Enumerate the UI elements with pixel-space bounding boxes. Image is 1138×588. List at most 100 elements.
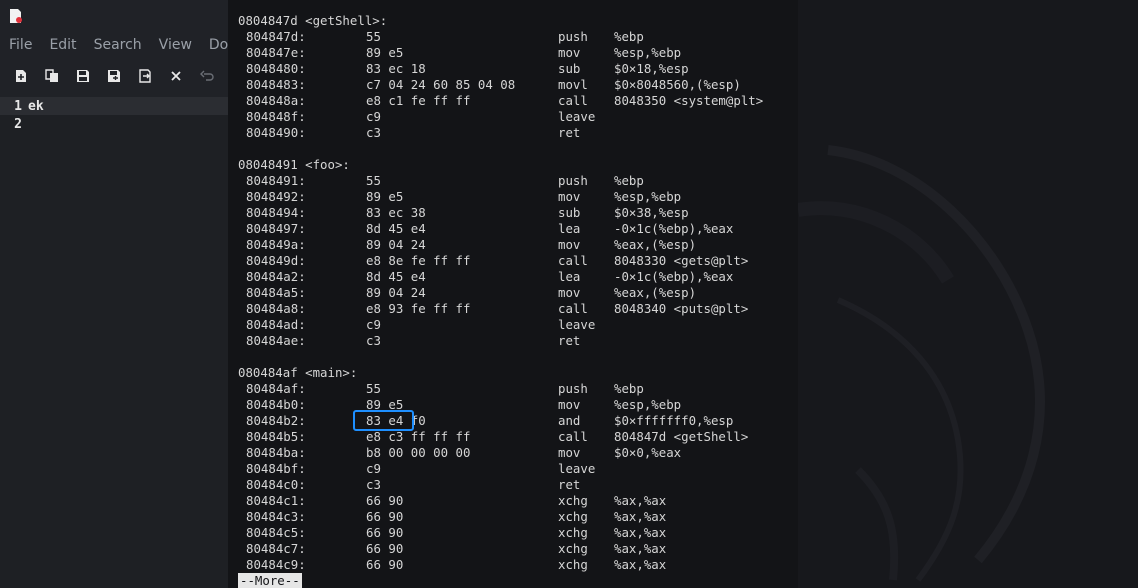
save-icon — [77, 70, 89, 82]
address: 80484c3: — [246, 509, 306, 524]
mnemonic: lea — [558, 269, 581, 284]
address: 8048494: — [246, 205, 306, 220]
address: 80484a5: — [246, 285, 306, 300]
operands: 8048330 <gets@plt> — [614, 253, 749, 268]
address: 80484c0: — [246, 477, 306, 492]
mnemonic: xchg — [558, 557, 588, 572]
mnemonic: mov — [558, 445, 581, 460]
address: 804848f: — [246, 109, 306, 124]
new-file-button[interactable] — [11, 66, 31, 86]
menu-file[interactable]: File — [9, 37, 32, 53]
address: 80484c1: — [246, 493, 306, 508]
save-button[interactable] — [73, 66, 93, 86]
mnemonic: mov — [558, 45, 581, 60]
export-icon — [139, 69, 151, 83]
mnemonic: ret — [558, 125, 581, 140]
operands: %eax,(%esp) — [614, 285, 697, 300]
undo-button[interactable] — [197, 66, 217, 86]
operands: -0×1c(%ebp),%eax — [614, 221, 734, 236]
opcode-bytes: b8 00 00 00 00 — [366, 445, 471, 460]
mnemonic: movl — [558, 77, 588, 92]
operands: $0×0,%eax — [614, 445, 682, 460]
mnemonic: mov — [558, 237, 581, 252]
opcode-bytes: e8 93 fe ff ff — [366, 301, 471, 316]
line-text: ek — [28, 98, 44, 114]
address: 80484ad: — [246, 317, 306, 332]
opcode-bytes: e8 c3 ff ff ff — [366, 429, 471, 444]
save-as-button[interactable] — [104, 66, 124, 86]
function-label: 08048491 <foo>: — [238, 157, 350, 172]
opcode-bytes: c3 — [366, 125, 381, 140]
more-pager-prompt[interactable]: --More-- — [238, 573, 302, 588]
mnemonic: ret — [558, 477, 581, 492]
mnemonic: xchg — [558, 509, 588, 524]
address: 80484c5: — [246, 525, 306, 540]
operands: %ebp — [614, 173, 644, 188]
address: 804847d: — [246, 29, 306, 44]
operands: %esp,%ebp — [614, 397, 682, 412]
operands: 8048350 <system@plt> — [614, 93, 764, 108]
mnemonic: call — [558, 93, 588, 108]
editor-text-area[interactable]: 1 ek 2 — [0, 97, 232, 588]
operands: %ax,%ax — [614, 557, 667, 572]
mnemonic: sub — [558, 61, 581, 76]
mnemonic: mov — [558, 189, 581, 204]
export-button[interactable] — [135, 66, 155, 86]
address: 804849a: — [246, 237, 306, 252]
menu-edit[interactable]: Edit — [49, 37, 76, 53]
operands: 804847d <getShell> — [614, 429, 749, 444]
close-icon — [171, 71, 181, 81]
opcode-bytes: 55 — [366, 173, 381, 188]
operands: %ax,%ax — [614, 509, 667, 524]
operands: $0×fffffff0,%esp — [614, 413, 734, 428]
menu-view[interactable]: View — [159, 37, 192, 53]
address: 8048480: — [246, 61, 306, 76]
address: 80484b0: — [246, 397, 306, 412]
opcode-bytes: c3 — [366, 477, 381, 492]
opcode-bytes: 66 90 — [366, 525, 404, 540]
address: 8048492: — [246, 189, 306, 204]
mnemonic: xchg — [558, 493, 588, 508]
opcode-bytes: 55 — [366, 29, 381, 44]
text-editor-window: File Edit Search View Docu 1 ek — [0, 0, 232, 588]
mnemonic: call — [558, 301, 588, 316]
address: 8048483: — [246, 77, 306, 92]
opcode-bytes: 66 90 — [366, 541, 404, 556]
operands: %ebp — [614, 29, 644, 44]
opcode-bytes: e8 c1 fe ff ff — [366, 93, 471, 108]
operands: %eax,(%esp) — [614, 237, 697, 252]
address: 80484af: — [246, 381, 306, 396]
editor-line[interactable]: 1 ek — [0, 97, 232, 115]
opcode-bytes: 66 90 — [366, 557, 404, 572]
mnemonic: call — [558, 253, 588, 268]
undo-icon — [200, 70, 214, 81]
opcode-bytes: 8d 45 e4 — [366, 221, 426, 236]
close-document-button[interactable] — [166, 66, 186, 86]
terminal-window[interactable]: 0804847d <getShell>: 804847d: 55 push %ebp 80… — [228, 0, 798, 588]
address: 80484ba: — [246, 445, 306, 460]
app-document-icon — [10, 9, 22, 23]
editor-titlebar — [0, 0, 232, 32]
operands: %esp,%ebp — [614, 45, 682, 60]
mnemonic: sub — [558, 205, 581, 220]
opcode-bytes: 83 ec 18 — [366, 61, 426, 76]
opcode-bytes: c7 04 24 60 85 04 08 — [366, 77, 516, 92]
mnemonic: leave — [558, 317, 596, 332]
opcode-bytes: 66 90 — [366, 493, 404, 508]
copy-button[interactable] — [42, 66, 62, 86]
function-label: 0804847d <getShell>: — [238, 13, 388, 28]
mnemonic: ret — [558, 333, 581, 348]
line-number: 2 — [14, 116, 22, 132]
operands: $0×8048560,(%esp) — [614, 77, 741, 92]
opcode-bytes: c9 — [366, 109, 381, 124]
operands: $0×18,%esp — [614, 61, 689, 76]
mnemonic: call — [558, 429, 588, 444]
address: 8048490: — [246, 125, 306, 140]
operands: %ebp — [614, 381, 644, 396]
editor-line[interactable]: 2 — [0, 115, 232, 133]
opcode-bytes: 55 — [366, 381, 381, 396]
operands: %esp,%ebp — [614, 189, 682, 204]
save-as-icon — [108, 70, 120, 82]
opcode-bytes: c3 — [366, 333, 381, 348]
menu-search[interactable]: Search — [94, 37, 142, 53]
